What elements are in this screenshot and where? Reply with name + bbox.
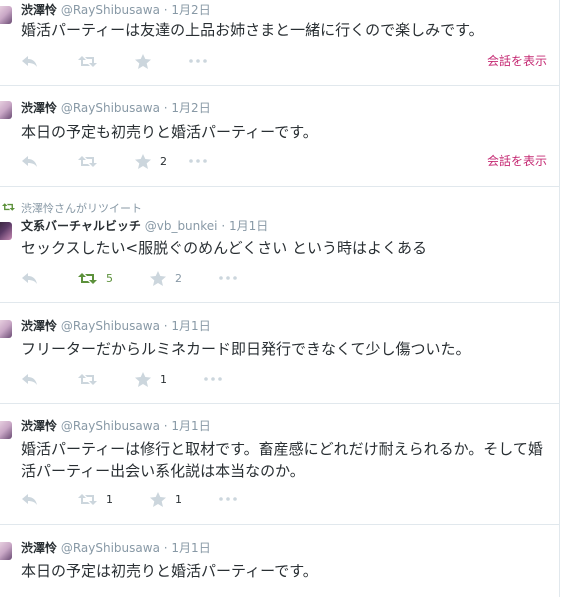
tweet-time[interactable]: 1月1日 <box>229 219 268 233</box>
retweet-context-icon <box>2 203 15 211</box>
reply-button[interactable] <box>21 52 38 70</box>
more-icon <box>219 276 237 280</box>
tweet-header: 渋澤怜 @RayShibusawa · 1月1日 <box>21 541 211 555</box>
star-icon <box>150 270 166 286</box>
tweet-text: 婚活パーティーは友達の上品お姉さまと一緒に行くので楽しみです。 <box>21 21 484 39</box>
retweet-icon <box>78 155 97 167</box>
separator-dot: · <box>221 219 226 233</box>
favorite-count: 1 <box>175 492 182 506</box>
tweet[interactable]: 渋澤怜さんがリツイート 文系バーチャルビッチ @vb_bunkei · 1月1日… <box>0 187 560 303</box>
tweet-time[interactable]: 1月2日 <box>171 3 210 17</box>
favorite-button[interactable]: 2 <box>150 269 182 287</box>
star-icon <box>135 53 151 69</box>
reply-icon <box>22 55 37 67</box>
retweet-button[interactable] <box>78 52 97 70</box>
reply-icon <box>22 493 37 505</box>
author-handle[interactable]: @RayShibusawa <box>61 101 160 115</box>
reply-button[interactable] <box>21 152 38 170</box>
star-icon <box>135 371 151 387</box>
more-button[interactable] <box>219 269 237 287</box>
retweet-icon <box>78 493 97 505</box>
star-icon <box>150 491 166 507</box>
tweet[interactable]: 渋澤怜 @RayShibusawa · 1月2日 婚活パーティーは友達の上品お姉… <box>0 0 560 86</box>
retweet-icon <box>78 55 97 67</box>
star-icon <box>135 153 151 169</box>
more-button[interactable] <box>219 490 237 508</box>
tweet-text: 本日の予定は初売りと婚活パーティーです。 <box>21 562 318 580</box>
favorite-button[interactable]: 2 <box>135 152 167 170</box>
author-handle[interactable]: @RayShibusawa <box>61 319 160 333</box>
tweet[interactable]: 渋澤怜 @RayShibusawa · 1月1日 婚活パーティーは修行と取材です… <box>0 404 560 525</box>
tweet-time[interactable]: 1月1日 <box>171 319 210 333</box>
retweet-button[interactable] <box>78 152 97 170</box>
avatar[interactable] <box>0 542 12 560</box>
reply-icon <box>22 272 37 284</box>
separator-dot: · <box>163 541 168 555</box>
tweet-header: 渋澤怜 @RayShibusawa · 1月2日 <box>21 101 211 115</box>
tweet-time[interactable]: 1月2日 <box>171 101 210 115</box>
tweet[interactable]: 渋澤怜 @RayShibusawa · 1月2日 本日の予定も初売りと婚活パーテ… <box>0 86 560 187</box>
retweet-count: 1 <box>106 492 113 506</box>
tweet-time[interactable]: 1月1日 <box>171 541 210 555</box>
tweet-text: フリーターだからルミネカード即日発行できなくて少し傷ついた。 <box>21 340 471 358</box>
reply-button[interactable] <box>21 490 38 508</box>
avatar[interactable] <box>0 320 12 338</box>
author-handle[interactable]: @RayShibusawa <box>61 541 160 555</box>
retweet-count: 5 <box>106 271 113 285</box>
author-name[interactable]: 渋澤怜 <box>21 419 57 433</box>
author-handle[interactable]: @RayShibusawa <box>61 419 160 433</box>
tweet-time[interactable]: 1月1日 <box>171 419 210 433</box>
tweet-header: 渋澤怜 @RayShibusawa · 1月1日 <box>21 419 211 433</box>
author-name[interactable]: 渋澤怜 <box>21 319 57 333</box>
favorite-button[interactable] <box>135 52 151 70</box>
tweet-header: 渋澤怜 @RayShibusawa · 1月2日 <box>21 3 211 17</box>
reply-icon <box>22 373 37 385</box>
more-button[interactable] <box>189 152 207 170</box>
tweet-text: 婚活パーティーは修行と取材です。畜産感にどれだけ耐えられるか。そして婚活パーティ… <box>21 440 543 480</box>
tweet-timeline: 渋澤怜 @RayShibusawa · 1月2日 婚活パーティーは友達の上品お姉… <box>0 0 560 597</box>
more-icon <box>219 497 237 501</box>
separator-dot: · <box>163 319 168 333</box>
author-name[interactable]: 文系バーチャルビッチ <box>21 219 141 233</box>
separator-dot: · <box>163 419 168 433</box>
reply-button[interactable] <box>21 269 38 287</box>
tweet-text: セックスしたい<服脱ぐのめんどくさい という時はよくある <box>21 239 427 257</box>
tweet[interactable]: 渋澤怜 @RayShibusawa · 1月1日 本日の予定は初売りと婚活パーテ… <box>0 525 560 597</box>
avatar[interactable] <box>0 222 12 240</box>
more-icon <box>204 377 222 381</box>
retweet-button[interactable]: 1 <box>78 490 113 508</box>
avatar[interactable] <box>0 101 12 119</box>
reply-icon <box>22 155 37 167</box>
more-button[interactable] <box>189 52 207 70</box>
tweet-text: 本日の予定も初売りと婚活パーティーです。 <box>21 123 318 141</box>
tweet[interactable]: 渋澤怜 @RayShibusawa · 1月1日 フリーターだからルミネカード即… <box>0 303 560 404</box>
more-icon <box>189 59 207 63</box>
retweet-context-label[interactable]: 渋澤怜さんがリツイート <box>21 200 142 216</box>
favorite-count: 2 <box>175 271 182 285</box>
favorite-count: 1 <box>160 372 167 386</box>
author-name[interactable]: 渋澤怜 <box>21 541 57 555</box>
separator-dot: · <box>163 101 168 115</box>
author-handle[interactable]: @vb_bunkei <box>145 219 218 233</box>
author-name[interactable]: 渋澤怜 <box>21 3 57 17</box>
favorite-button[interactable]: 1 <box>135 370 167 388</box>
more-icon <box>189 159 207 163</box>
avatar[interactable] <box>0 421 12 439</box>
retweet-icon <box>78 373 97 385</box>
tweet-header: 文系バーチャルビッチ @vb_bunkei · 1月1日 <box>21 219 268 233</box>
avatar[interactable] <box>0 6 12 24</box>
favorite-button[interactable]: 1 <box>150 490 182 508</box>
view-conversation-link[interactable]: 会話を表示 <box>487 52 547 69</box>
tweet-header: 渋澤怜 @RayShibusawa · 1月1日 <box>21 319 211 333</box>
author-handle[interactable]: @RayShibusawa <box>61 3 160 17</box>
view-conversation-link[interactable]: 会話を表示 <box>487 152 547 169</box>
retweet-icon <box>78 272 97 284</box>
separator-dot: · <box>163 3 168 17</box>
favorite-count: 2 <box>160 154 167 168</box>
more-button[interactable] <box>204 370 222 388</box>
retweet-button[interactable]: 5 <box>78 269 113 287</box>
reply-button[interactable] <box>21 370 38 388</box>
retweet-button[interactable] <box>78 370 97 388</box>
author-name[interactable]: 渋澤怜 <box>21 101 57 115</box>
